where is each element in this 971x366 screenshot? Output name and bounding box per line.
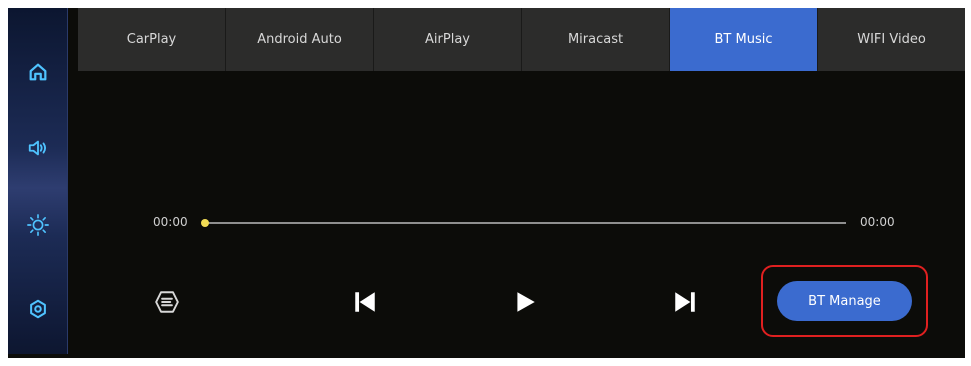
playlist-button[interactable] bbox=[149, 284, 185, 320]
tab-label: BT Music bbox=[714, 32, 773, 47]
previous-track-button[interactable] bbox=[347, 284, 383, 320]
playlist-icon bbox=[155, 291, 179, 313]
tab-bt-music[interactable]: BT Music bbox=[670, 8, 818, 71]
tab-label: AirPlay bbox=[425, 32, 470, 47]
sidebar-item-settings[interactable] bbox=[8, 289, 68, 329]
tab-wifi-video[interactable]: WIFI Video bbox=[818, 8, 965, 71]
source-tab-bar: CarPlay Android Auto AirPlay Miracast BT… bbox=[78, 8, 965, 71]
tab-label: Android Auto bbox=[257, 32, 342, 47]
next-track-button[interactable] bbox=[667, 284, 703, 320]
sidebar-item-volume[interactable] bbox=[8, 128, 68, 168]
tab-label: WIFI Video bbox=[857, 32, 926, 47]
settings-icon bbox=[30, 299, 46, 319]
total-time: 00:00 bbox=[860, 215, 895, 229]
sidebar bbox=[8, 8, 68, 354]
tab-miracast[interactable]: Miracast bbox=[522, 8, 670, 71]
play-button[interactable] bbox=[507, 284, 543, 320]
tab-label: Miracast bbox=[567, 32, 624, 47]
skip-next-icon bbox=[675, 292, 695, 312]
sidebar-item-home[interactable] bbox=[8, 52, 68, 92]
tab-label: CarPlay bbox=[126, 32, 177, 47]
progress-bar[interactable] bbox=[204, 222, 846, 224]
tab-carplay[interactable]: CarPlay bbox=[78, 8, 226, 71]
volume-icon bbox=[28, 140, 47, 156]
home-icon bbox=[29, 63, 47, 81]
progress-knob[interactable] bbox=[201, 219, 209, 227]
brightness-icon bbox=[27, 214, 49, 236]
highlight-annotation bbox=[761, 265, 928, 337]
tab-android-auto[interactable]: Android Auto bbox=[226, 8, 374, 71]
head-unit-screen: CarPlay Android Auto AirPlay Miracast BT… bbox=[8, 8, 965, 358]
play-icon bbox=[517, 292, 535, 312]
sidebar-item-brightness[interactable] bbox=[8, 205, 68, 245]
current-time: 00:00 bbox=[153, 215, 188, 229]
skip-previous-icon bbox=[355, 292, 375, 312]
tab-airplay[interactable]: AirPlay bbox=[374, 8, 522, 71]
